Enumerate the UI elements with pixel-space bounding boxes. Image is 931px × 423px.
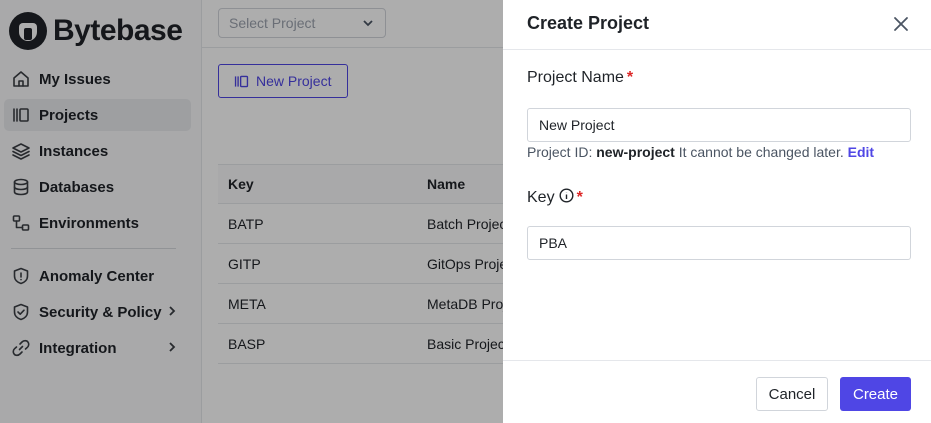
create-project-drawer: Create Project Project Name * Project ID…: [503, 0, 931, 423]
close-icon: [894, 17, 908, 31]
close-button[interactable]: [891, 14, 911, 34]
project-name-input[interactable]: [527, 108, 911, 142]
create-button[interactable]: Create: [840, 377, 911, 411]
required-mark: *: [626, 69, 634, 86]
project-id-note: It cannot be changed later.: [678, 144, 844, 160]
required-mark: *: [576, 189, 583, 206]
key-label: Key *: [527, 188, 583, 207]
drawer-header: Create Project: [503, 0, 931, 50]
info-icon[interactable]: [559, 188, 574, 203]
project-name-label: Project Name *: [527, 69, 633, 87]
project-id-prefix: Project ID:: [527, 144, 593, 160]
drawer-footer: Cancel Create: [503, 360, 931, 423]
modal-overlay[interactable]: [0, 0, 503, 423]
edit-project-id-link[interactable]: Edit: [848, 144, 874, 160]
key-input[interactable]: [527, 226, 911, 260]
project-id-value: new-project: [596, 144, 675, 160]
project-id-hint: Project ID: new-project It cannot be cha…: [527, 144, 874, 160]
drawer-title: Create Project: [527, 13, 650, 33]
key-label-text: Key: [527, 189, 555, 206]
cancel-button[interactable]: Cancel: [756, 377, 828, 411]
project-name-label-text: Project Name: [527, 69, 624, 86]
